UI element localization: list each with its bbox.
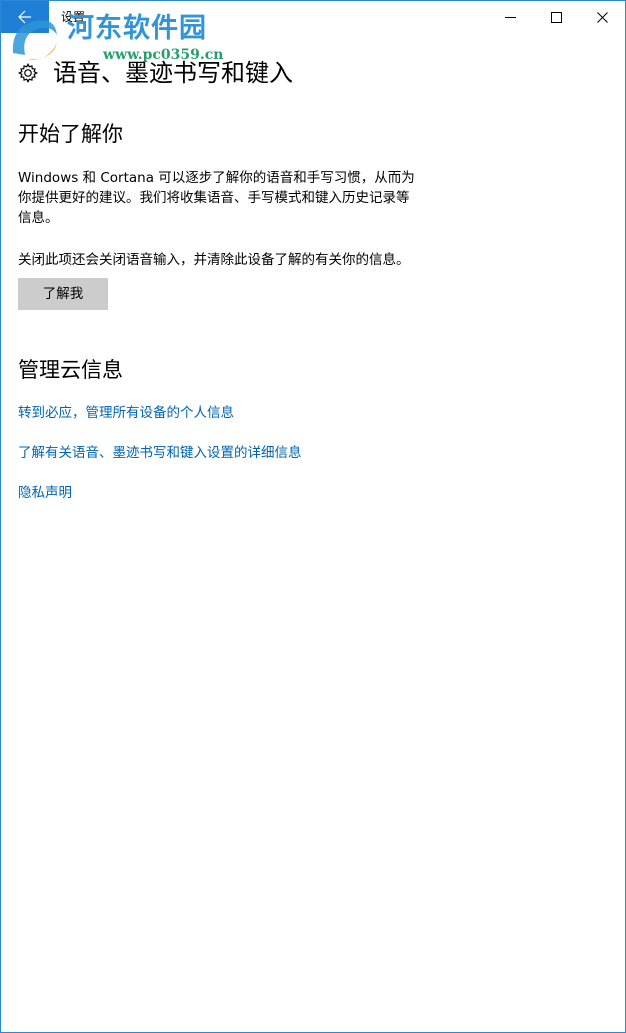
gear-icon xyxy=(17,62,39,84)
page-heading: 语音、墨迹书写和键入 xyxy=(17,57,293,89)
window-controls xyxy=(487,1,625,33)
close-icon xyxy=(596,11,608,23)
minimize-button[interactable] xyxy=(487,1,533,33)
watermark-text: 河东软件园 xyxy=(67,13,207,44)
description-line-3: 信息。 xyxy=(18,210,59,226)
description-line-1: Windows 和 Cortana 可以逐步了解你的语音和手写习惯，从而为 xyxy=(18,170,415,186)
section-title-getting-to-know: 开始了解你 xyxy=(18,122,123,146)
description-line-2: 你提供更好的建议。我们将收集语音、手写模式和键入历史记录等 xyxy=(18,190,410,206)
get-to-know-me-button[interactable]: 了解我 xyxy=(18,278,108,310)
note-text: 关闭此项还会关闭语音输入，并清除此设备了解的有关你的信息。 xyxy=(18,252,410,268)
minimize-icon xyxy=(504,16,516,18)
page-title: 语音、墨迹书写和键入 xyxy=(53,59,293,87)
close-button[interactable] xyxy=(579,1,625,33)
settings-window: 设置 河东软件园 www.pc0359.cn 语音、墨迹书写和键入 开始了解你 … xyxy=(0,0,626,1033)
maximize-button[interactable] xyxy=(533,1,579,33)
maximize-icon xyxy=(550,11,562,23)
link-privacy-statement[interactable]: 隐私声明 xyxy=(18,483,72,503)
link-learn-more[interactable]: 了解有关语音、墨迹书写和键入设置的详细信息 xyxy=(18,443,302,463)
section-title-cloud: 管理云信息 xyxy=(18,358,123,382)
link-bing-manage[interactable]: 转到必应，管理所有设备的个人信息 xyxy=(18,403,234,423)
